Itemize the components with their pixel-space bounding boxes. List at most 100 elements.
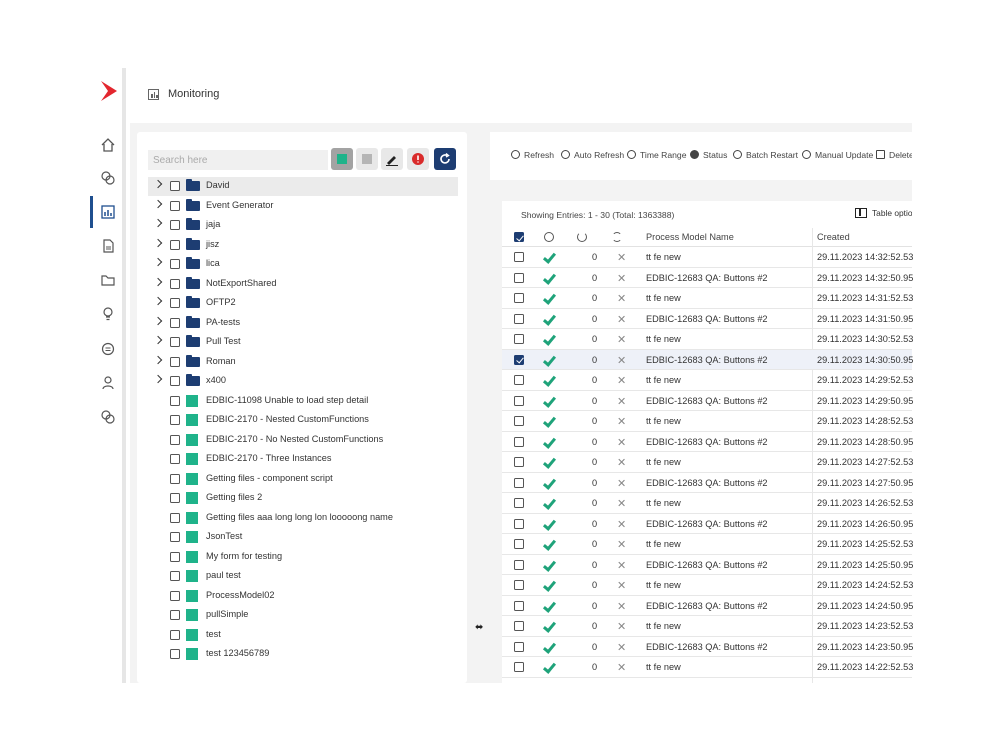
row-checkbox[interactable] — [514, 313, 524, 324]
tree-checkbox[interactable] — [170, 337, 180, 347]
bulb-icon[interactable] — [100, 306, 116, 322]
time-range-button[interactable]: Time Range — [627, 150, 687, 160]
restart-column-icon[interactable] — [577, 232, 587, 242]
tree-model-item[interactable]: EDBIC-11098 Unable to load step detail — [148, 392, 458, 411]
chevron-right-icon[interactable] — [153, 277, 163, 286]
table-row[interactable]: 0 ✕ EDBIC-12683 QA: Buttons #2 29.11.2023 1… — [502, 473, 913, 493]
select-all-checkbox[interactable] — [514, 232, 524, 242]
edit-button[interactable] — [381, 148, 403, 170]
tree-checkbox[interactable] — [170, 473, 180, 484]
brand-logo-icon[interactable] — [99, 80, 119, 102]
tree-folder-item[interactable]: lica — [148, 255, 458, 274]
table-row[interactable]: 0 ✕ EDBIC-12683 QA: Buttons #2 29.11.2023 1… — [502, 268, 913, 288]
table-row[interactable]: 0 ✕ EDBIC-12683 QA: Buttons #2 29.11.2023 1… — [502, 391, 913, 411]
table-row[interactable]: 0 ✕ tt fe new 29.11.2023 14:29:52.53 — [502, 370, 913, 391]
tree-folder-item[interactable]: Roman — [148, 353, 458, 372]
tree-checkbox[interactable] — [170, 415, 180, 425]
refresh-button[interactable]: Refresh — [511, 150, 554, 160]
table-row[interactable]: 0 ✕ tt fe new 29.11.2023 14:27:52.53 — [502, 452, 913, 473]
tree-checkbox[interactable] — [170, 532, 180, 542]
tree-checkbox[interactable] — [170, 376, 180, 386]
row-checkbox[interactable] — [514, 395, 524, 406]
chevron-right-icon[interactable] — [153, 374, 163, 384]
row-checkbox[interactable] — [514, 375, 524, 385]
tree-folder-item[interactable]: jaja — [148, 216, 458, 235]
table-row[interactable]: 0 ✕ EDBIC-12683 QA: Buttons #2 29.11.2023 1… — [502, 637, 913, 657]
table-row[interactable]: 0 ✕ EDBIC-12683 QA: Buttons #2 29.11.2023 1… — [502, 514, 913, 534]
tree-model-item[interactable]: Getting files aaa long long lon looooong… — [148, 509, 458, 528]
chevron-right-icon[interactable] — [153, 316, 163, 325]
tree-checkbox[interactable] — [170, 239, 180, 250]
tree-checkbox[interactable] — [170, 649, 180, 659]
tree-model-item[interactable]: test 123456789 — [148, 645, 458, 664]
tree-model-item[interactable]: test — [148, 626, 458, 645]
row-checkbox[interactable] — [514, 457, 524, 467]
row-checkbox[interactable] — [514, 252, 524, 262]
table-row[interactable]: 0 ✕ tt fe new 29.11.2023 14:25:52.53 — [502, 534, 913, 555]
row-checkbox[interactable] — [514, 580, 524, 590]
splitter-handle-icon[interactable]: ⬌ — [475, 622, 483, 633]
row-checkbox[interactable] — [514, 662, 524, 672]
tree-checkbox[interactable] — [170, 395, 180, 406]
row-checkbox[interactable] — [514, 293, 524, 303]
table-row[interactable]: 0 ✕ tt fe new 29.11.2023 14:30:52.53 — [502, 329, 913, 350]
workflow-icon[interactable] — [100, 170, 116, 186]
tree-folder-item[interactable]: NotExportShared — [148, 275, 458, 294]
tree-folder-item[interactable]: David — [148, 177, 458, 196]
tree-checkbox[interactable] — [170, 259, 180, 269]
row-checkbox[interactable] — [514, 518, 524, 529]
column-header-name[interactable]: Process Model Name — [646, 232, 734, 242]
table-options-button[interactable]: Table options — [855, 208, 912, 218]
chevron-right-icon[interactable] — [153, 296, 163, 306]
status-button[interactable]: Status — [690, 150, 727, 160]
table-row[interactable]: 0 ✕ tt fe new 29.11.2023 14:23:52.53 — [502, 616, 913, 637]
chevron-right-icon[interactable] — [153, 355, 163, 364]
tree-checkbox[interactable] — [170, 493, 180, 503]
column-header-created[interactable]: Created — [817, 232, 850, 242]
tree-model-item[interactable]: paul test — [148, 567, 458, 586]
settings-icon[interactable] — [100, 409, 116, 425]
chevron-right-icon[interactable] — [153, 335, 163, 345]
auto-refresh-button[interactable]: Auto Refresh — [561, 150, 624, 160]
chevron-right-icon[interactable] — [153, 179, 163, 189]
manual-update-button[interactable]: Manual Update — [802, 150, 873, 160]
update-column-icon[interactable] — [612, 232, 622, 242]
tree-checkbox[interactable] — [170, 298, 180, 308]
tree-checkbox[interactable] — [170, 278, 180, 289]
row-checkbox[interactable] — [514, 498, 524, 508]
select-gray-button[interactable] — [356, 148, 378, 170]
row-checkbox[interactable] — [514, 416, 524, 426]
monitoring-icon[interactable] — [100, 204, 116, 220]
tree-checkbox[interactable] — [170, 512, 180, 523]
tree-checkbox[interactable] — [170, 454, 180, 464]
tree-checkbox[interactable] — [170, 200, 180, 211]
row-checkbox[interactable] — [514, 477, 524, 488]
row-checkbox[interactable] — [514, 621, 524, 631]
table-row[interactable]: 0 ✕ EDBIC-12683 QA: Buttons #2 29.11.2023 1… — [502, 309, 913, 329]
row-checkbox[interactable] — [514, 334, 524, 344]
table-row[interactable]: 0 ✕ tt fe new 29.11.2023 14:26:52.53 — [502, 493, 913, 514]
tree-folder-item[interactable]: Event Generator — [148, 197, 458, 216]
error-filter-button[interactable] — [407, 148, 429, 170]
tree-checkbox[interactable] — [170, 317, 180, 328]
tree-model-item[interactable]: EDBIC-2170 - No Nested CustomFunctions — [148, 431, 458, 450]
tree-refresh-button[interactable] — [434, 148, 456, 170]
search-input[interactable] — [148, 150, 328, 170]
row-checkbox[interactable] — [514, 436, 524, 447]
tree-folder-item[interactable]: jisz — [148, 236, 458, 255]
row-checkbox[interactable] — [514, 641, 524, 652]
coin-icon[interactable] — [100, 341, 116, 357]
chevron-right-icon[interactable] — [153, 257, 163, 267]
user-icon[interactable] — [100, 375, 116, 391]
tree-checkbox[interactable] — [170, 571, 180, 581]
tree-checkbox[interactable] — [170, 220, 180, 230]
document-icon[interactable] — [100, 238, 116, 254]
tree-checkbox[interactable] — [170, 356, 180, 367]
tree-model-item[interactable]: EDBIC-2170 - Three Instances — [148, 450, 458, 469]
tree-model-item[interactable]: EDBIC-2170 - Nested CustomFunctions — [148, 411, 458, 430]
table-row[interactable]: 0 ✕ tt fe new 29.11.2023 14:24:52.53 — [502, 575, 913, 596]
tree-checkbox[interactable] — [170, 610, 180, 620]
table-row[interactable]: 0 ✕ tt fe new 29.11.2023 14:31:52.53 — [502, 288, 913, 309]
folder-icon[interactable] — [100, 272, 116, 288]
tree-model-item[interactable]: ProcessModel02 — [148, 587, 458, 606]
